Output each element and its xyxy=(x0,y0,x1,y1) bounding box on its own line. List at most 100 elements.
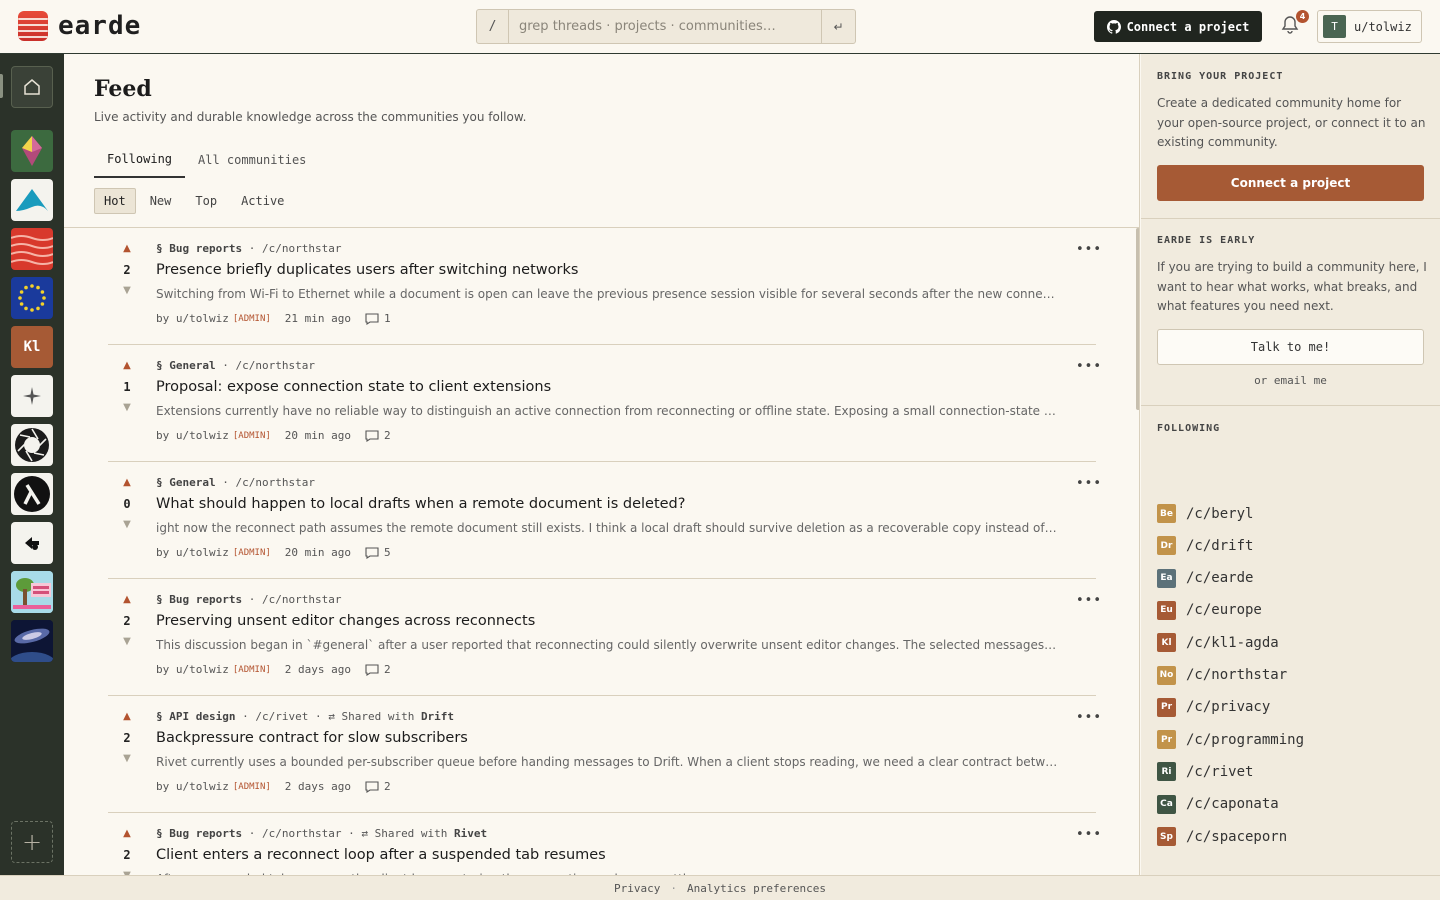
sort-hot[interactable]: Hot xyxy=(94,188,136,214)
rail-item-community-northstar[interactable] xyxy=(11,375,53,417)
post-title[interactable]: Preserving unsent editor changes across … xyxy=(156,613,535,629)
following-item[interactable]: Kl /c/kl1-agda xyxy=(1157,633,1279,653)
post-item[interactable]: ▲ 2 ▼ § Bug reports · /c/northstar Prese… xyxy=(108,228,1101,345)
sort-new[interactable]: New xyxy=(140,188,182,214)
comments-link[interactable]: 2 xyxy=(365,429,391,442)
following-item[interactable]: Ea /c/earde xyxy=(1157,568,1253,588)
post-title[interactable]: Proposal: expose connection state to cli… xyxy=(156,379,551,395)
rail-item-community-programming[interactable] xyxy=(11,473,53,515)
post-title[interactable]: What should happen to local drafts when … xyxy=(156,496,685,512)
post-more-button[interactable]: ••• xyxy=(1076,476,1102,491)
feed-scrollbar[interactable] xyxy=(1136,228,1139,410)
post-title[interactable]: Presence briefly duplicates users after … xyxy=(156,262,578,278)
downvote-icon[interactable]: ▼ xyxy=(120,753,134,764)
comments-link[interactable]: 5 xyxy=(365,546,391,559)
downvote-icon[interactable]: ▼ xyxy=(120,285,134,296)
email-me-link[interactable]: or email me xyxy=(1157,374,1424,387)
upvote-icon[interactable]: ▲ xyxy=(120,243,134,255)
shared-with-community[interactable]: Rivet xyxy=(454,827,487,840)
rail-item-home[interactable] xyxy=(11,66,53,108)
post-more-button[interactable]: ••• xyxy=(1076,593,1102,608)
rail-item-community-drift[interactable] xyxy=(11,179,53,221)
search-submit-button[interactable]: ↵ xyxy=(821,10,855,43)
upvote-icon[interactable]: ▲ xyxy=(120,828,134,840)
downvote-icon[interactable]: ▼ xyxy=(120,402,134,413)
comments-link[interactable]: 2 xyxy=(365,780,391,793)
post-section[interactable]: § Bug reports xyxy=(156,593,242,606)
admin-badge: [ADMIN] xyxy=(232,430,271,441)
post-more-button[interactable]: ••• xyxy=(1076,710,1102,725)
privacy-link[interactable]: Privacy xyxy=(614,882,660,895)
post-item[interactable]: ▲ 2 ▼ § API design · /c/rivet · ⇄ Shared… xyxy=(108,696,1101,813)
post-community[interactable]: /c/northstar xyxy=(262,242,341,255)
community-badge: Pr xyxy=(1157,730,1176,750)
post-more-button[interactable]: ••• xyxy=(1076,242,1102,257)
following-item[interactable]: Sp /c/spaceporn xyxy=(1157,827,1287,846)
following-item[interactable]: Eu /c/europe xyxy=(1157,600,1262,620)
post-item[interactable]: ▲ 0 ▼ § General · /c/northstar What shou… xyxy=(108,462,1101,579)
comments-link[interactable]: 2 xyxy=(365,663,391,676)
logo[interactable]: earde xyxy=(18,11,141,41)
post-title[interactable]: Backpressure contract for slow subscribe… xyxy=(156,730,468,746)
connect-project-button[interactable]: Connect a project xyxy=(1094,11,1262,42)
post-section[interactable]: § API design xyxy=(156,710,235,723)
post-community[interactable]: /c/rivet xyxy=(255,710,308,723)
post-item[interactable]: ▲ 1 ▼ § General · /c/northstar Proposal:… xyxy=(108,345,1101,462)
rail-item-community-earde[interactable] xyxy=(11,228,53,270)
upvote-icon[interactable]: ▲ xyxy=(120,594,134,606)
post-author[interactable]: u/tolwiz xyxy=(176,312,229,325)
rail-item-community-caponata[interactable] xyxy=(11,571,53,613)
user-menu-button[interactable]: T u/tolwiz xyxy=(1317,10,1422,43)
rail-item-community-gem[interactable] xyxy=(11,130,53,172)
post-community[interactable]: /c/northstar xyxy=(235,476,314,489)
rail-item-community-spaceporn[interactable] xyxy=(11,620,53,662)
post-community[interactable]: /c/northstar xyxy=(262,593,341,606)
post-section[interactable]: § Bug reports xyxy=(156,827,242,840)
post-section[interactable]: § General xyxy=(156,359,216,372)
talk-to-me-button[interactable]: Talk to me! xyxy=(1157,329,1424,365)
rail-item-community-rivet[interactable] xyxy=(11,522,53,564)
post-more-button[interactable]: ••• xyxy=(1076,359,1102,374)
post-section[interactable]: § General xyxy=(156,476,216,489)
post-author[interactable]: u/tolwiz xyxy=(176,663,229,676)
comments-link[interactable]: 1 xyxy=(365,312,391,325)
upvote-icon[interactable]: ▲ xyxy=(120,477,134,489)
post-item[interactable]: ▲ 2 ▼ § Bug reports · /c/northstar Prese… xyxy=(108,579,1101,696)
footer: Privacy · Analytics preferences xyxy=(0,875,1440,900)
shared-with-community[interactable]: Drift xyxy=(421,710,454,723)
tab-all-communities[interactable]: All communities xyxy=(185,142,319,178)
tab-following[interactable]: Following xyxy=(94,142,186,178)
following-item[interactable]: Pr /c/programming xyxy=(1157,730,1304,750)
search-input[interactable] xyxy=(509,10,821,43)
post-author[interactable]: u/tolwiz xyxy=(176,780,229,793)
following-item[interactable]: Pr /c/privacy xyxy=(1157,697,1270,717)
sidebar-connect-project-button[interactable]: Connect a project xyxy=(1157,165,1424,201)
rail-item-community-europe[interactable] xyxy=(11,277,53,319)
post-author[interactable]: u/tolwiz xyxy=(176,546,229,559)
following-item[interactable]: Be /c/beryl xyxy=(1157,504,1253,523)
following-item[interactable]: Ca /c/caponata xyxy=(1157,794,1279,814)
post-community[interactable]: /c/northstar xyxy=(235,359,314,372)
rail-item-community-kl1-agda[interactable]: Kl xyxy=(11,326,53,368)
post-item[interactable]: ▲ 2 ▼ § Bug reports · /c/northstar · ⇄ S… xyxy=(108,813,1101,875)
eu-stars-icon xyxy=(18,284,46,312)
add-community-button[interactable]: + xyxy=(11,821,53,863)
downvote-icon[interactable]: ▼ xyxy=(120,636,134,647)
upvote-icon[interactable]: ▲ xyxy=(120,711,134,723)
sort-active[interactable]: Active xyxy=(231,188,294,214)
sort-top[interactable]: Top xyxy=(185,188,227,214)
following-item[interactable]: No /c/northstar xyxy=(1157,665,1287,685)
post-more-button[interactable]: ••• xyxy=(1076,827,1102,842)
post-community[interactable]: /c/northstar xyxy=(262,827,341,840)
following-item[interactable]: Ri /c/rivet xyxy=(1157,762,1253,782)
rail-item-community-privacy[interactable] xyxy=(11,424,53,466)
post-meta: § Bug reports · /c/northstar xyxy=(156,593,342,606)
upvote-icon[interactable]: ▲ xyxy=(120,360,134,372)
analytics-preferences-link[interactable]: Analytics preferences xyxy=(687,882,826,895)
post-author[interactable]: u/tolwiz xyxy=(176,429,229,442)
comment-icon xyxy=(365,780,379,793)
following-item[interactable]: Dr /c/drift xyxy=(1157,536,1253,556)
downvote-icon[interactable]: ▼ xyxy=(120,519,134,530)
post-title[interactable]: Client enters a reconnect loop after a s… xyxy=(156,847,606,863)
post-section[interactable]: § Bug reports xyxy=(156,242,242,255)
